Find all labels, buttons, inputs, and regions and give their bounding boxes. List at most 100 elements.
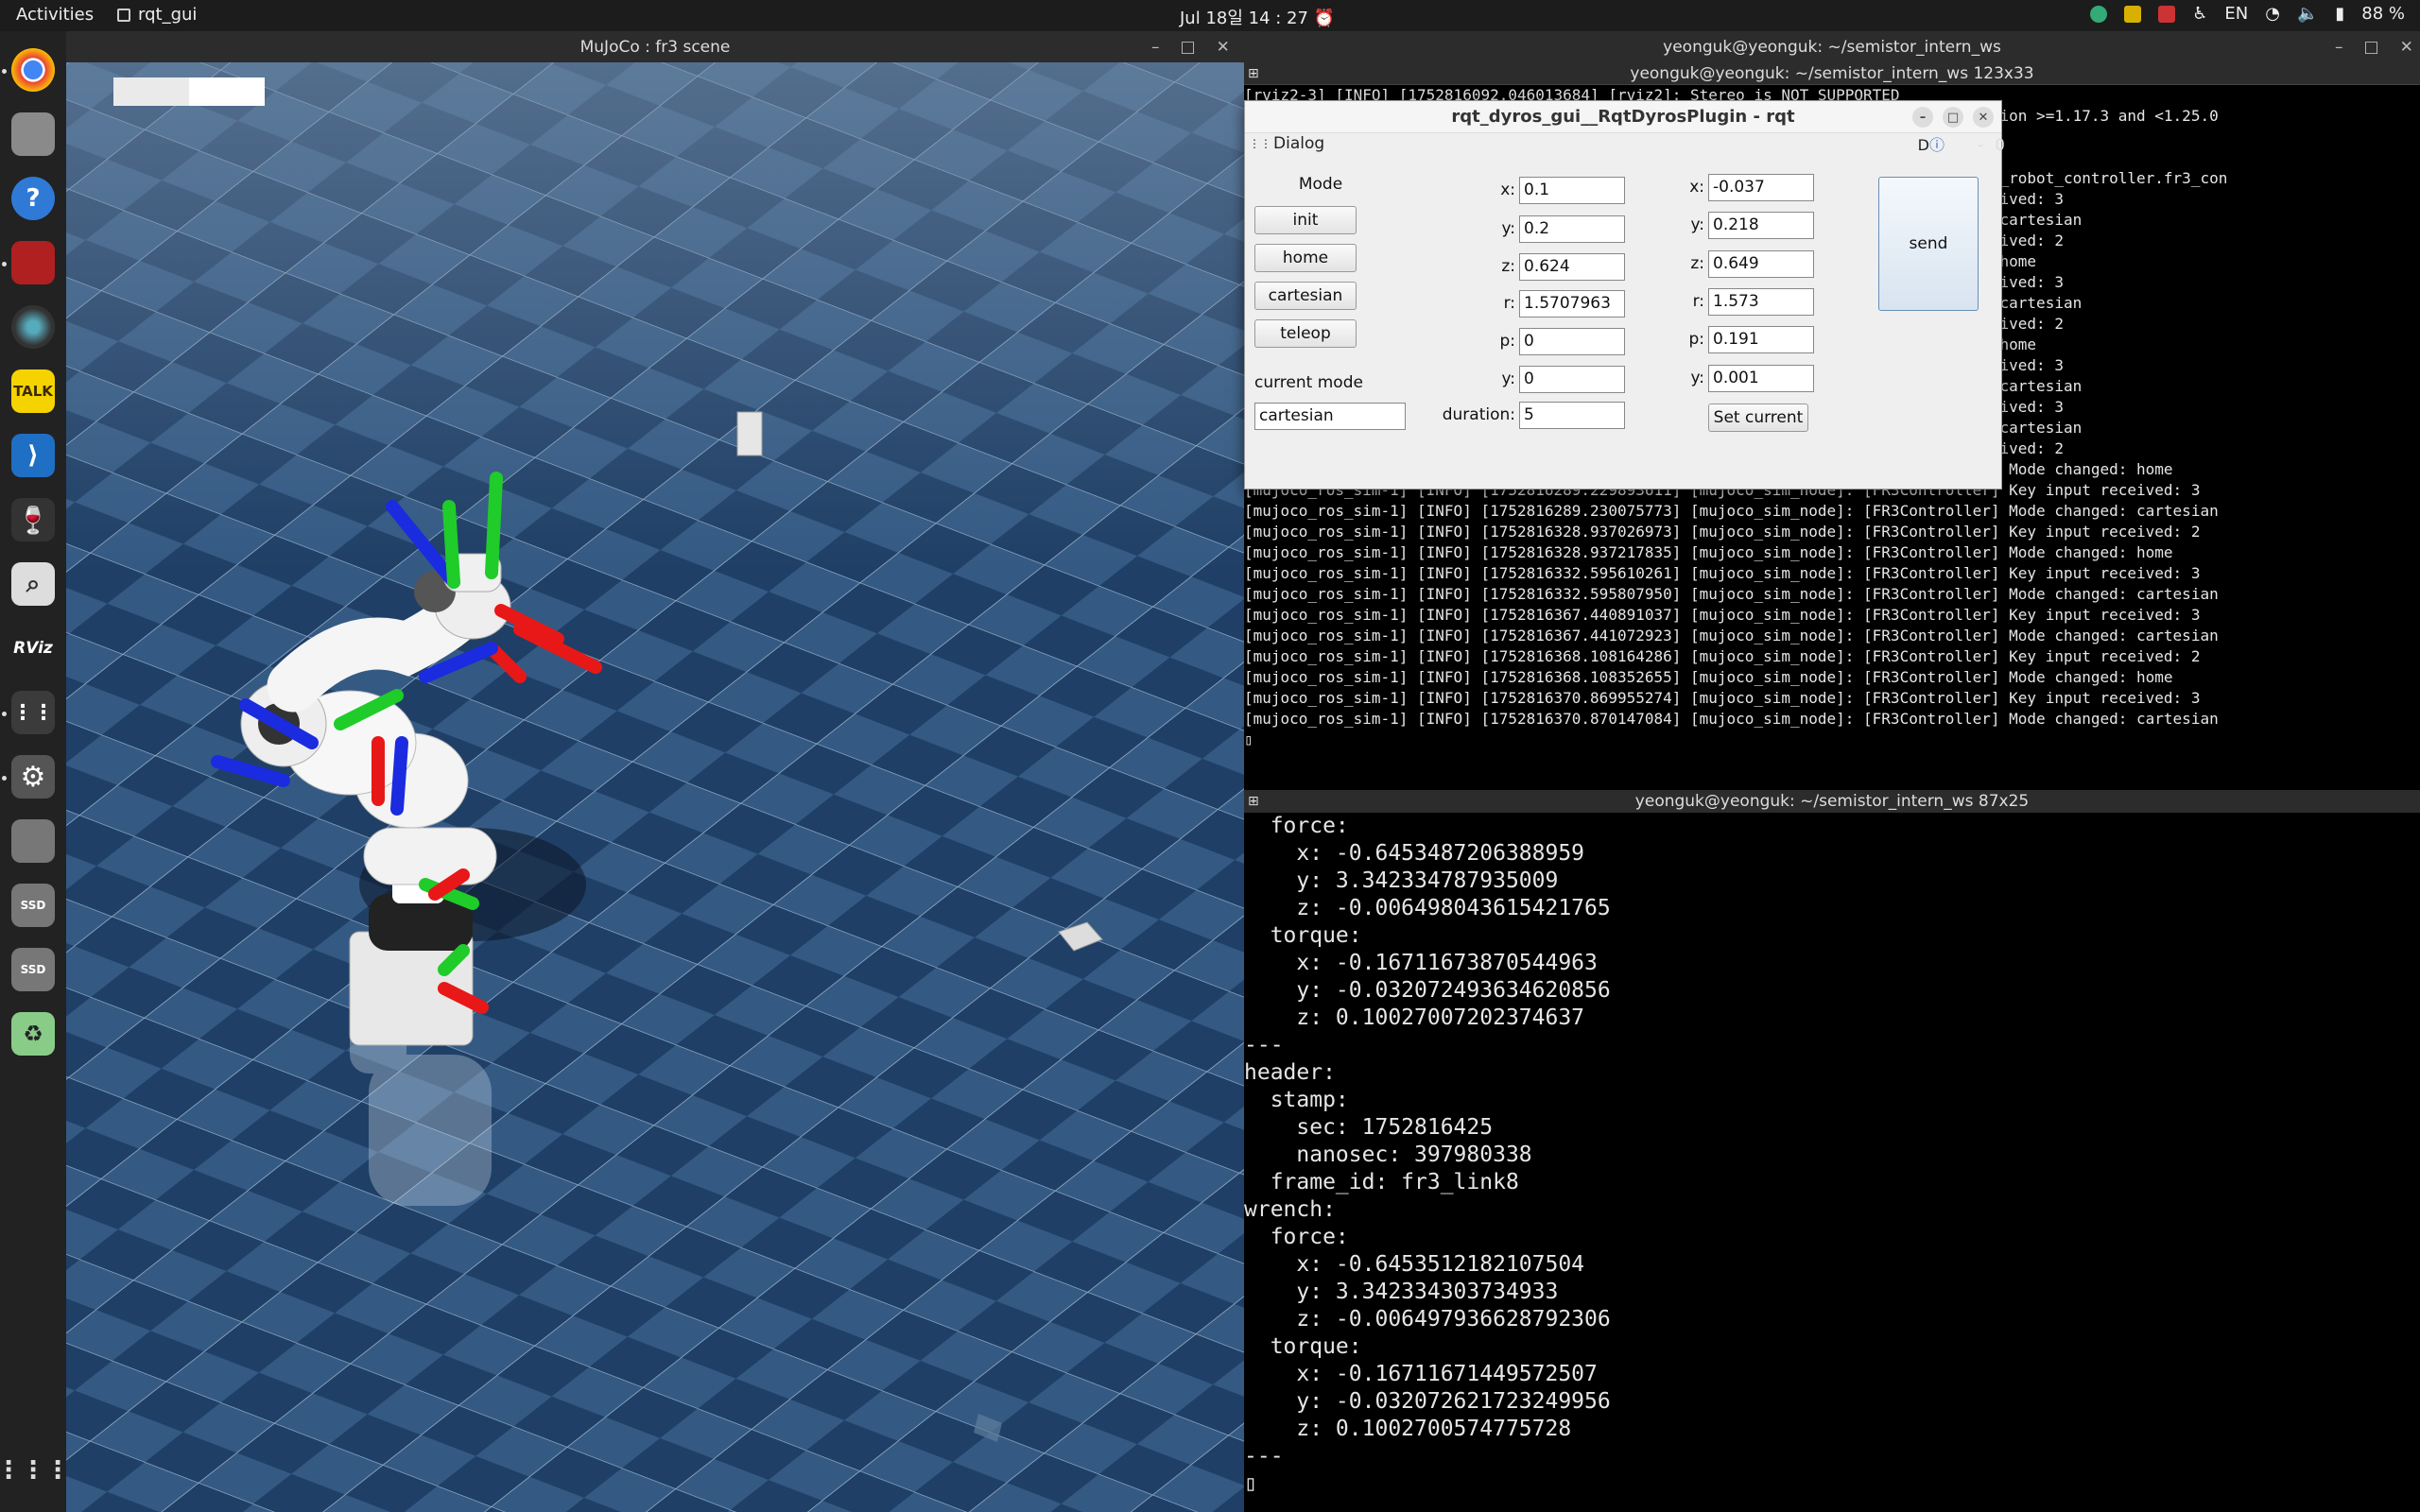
rqt-titlebar[interactable]: rqt_dyros_gui__RqtDyrosPlugin - rqt – □ … [1245,101,2001,133]
terminal2-line: nanosec: 397980338 [1244,1143,1532,1167]
current-yaw-field[interactable]: 0.001 [1708,365,1814,392]
target-x-label: x: [1500,180,1515,199]
files-icon[interactable] [11,112,55,156]
current-z-label: z: [1690,254,1704,273]
terminal-window-titlebar[interactable]: yeonguk@yeonguk: ~/semistor_intern_ws [1244,31,2420,62]
send-button[interactable]: send [1878,177,1979,311]
terminal2-line: sec: 1752816425 [1244,1115,1494,1140]
drive-icon[interactable] [11,819,55,863]
kakaotalk-icon[interactable]: TALK [11,369,55,413]
tray-green-icon [2090,5,2108,23]
mujoco-viewport[interactable] [66,62,1244,1512]
target-p-field[interactable]: 0 [1519,328,1625,355]
target-r-field[interactable]: 1.5707963 [1519,290,1625,318]
tray-red-icon [2158,5,2176,23]
target-x-field[interactable]: 0.1 [1519,177,1625,204]
terminal2-line: stamp: [1244,1088,1349,1112]
mujoco-window-controls: – □ ✕ [1151,31,1230,62]
duration-field[interactable]: 5 [1519,402,1625,429]
cartesian-button[interactable]: cartesian [1254,282,1357,310]
dialog-corner-label: D [1917,136,1929,154]
wifi-icon: ◔ [2265,4,2280,24]
terminal-maximize-icon[interactable]: □ [2364,38,2379,57]
current-p-label: p: [1688,330,1704,349]
dialog-label: Dialog [1273,134,1325,153]
system-tray[interactable]: ♿ EN ◔ 🔈 ▮ 88 % [2090,4,2405,24]
mujoco-titlebar[interactable]: MuJoCo : fr3 scene [66,31,1244,62]
settings-icon[interactable]: ⚙ [11,755,55,799]
current-x-field[interactable]: -0.037 [1708,174,1814,201]
target-r-label: r: [1503,294,1515,313]
help-icon[interactable]: ? [11,177,55,220]
terminal2-line: x: -0.6453487206388959 [1244,841,1585,866]
maximize-icon[interactable]: □ [1181,38,1196,57]
terminal-icon[interactable] [11,241,55,284]
rviz-icon[interactable]: RViz [11,627,55,670]
current-x-label: x: [1689,178,1704,197]
rqt-close-icon[interactable]: ✕ [1973,107,1994,128]
close-icon[interactable]: ✕ [1217,38,1230,57]
terminal1-line: [mujoco_ros_sim-1] [INFO] [1752816367.44… [1244,606,2201,624]
box-object [736,411,763,456]
terminal-window-title: yeonguk@yeonguk: ~/semistor_intern_ws [1663,37,2001,57]
trash-icon[interactable]: ♻ [11,1012,55,1056]
target-yaw-field[interactable]: 0 [1519,366,1625,393]
current-y-field[interactable]: 0.218 [1708,212,1814,239]
dock: ? TALK ⟩ 🍷 ⌕ RViz ⋮⋮ ⚙ SSD SSD ♻ ⋮⋮⋮ [0,31,70,1512]
terminal1-line: [mujoco_ros_sim-1] [INFO] [1752816328.93… [1244,523,2201,541]
current-p-field[interactable]: 0.191 [1708,326,1814,353]
init-button[interactable]: init [1254,206,1357,234]
terminal2-output[interactable]: force: x: -0.6453487206388959 y: 3.34233… [1244,813,2420,1512]
clock[interactable]: Jul 18일 14 : 27 ⏰ [1180,5,1335,29]
current-yaw-label: y: [1690,369,1704,387]
battery-icon: ▮ [2335,4,2345,24]
terminal-minimize-icon[interactable]: – [2335,38,2343,57]
app-name: rqt_gui [138,5,198,25]
webcam-icon[interactable] [11,305,55,349]
rqt-minimize-icon[interactable]: – [1912,107,1933,128]
vscode-icon[interactable]: ⟩ [11,434,55,477]
magnifier-icon[interactable]: ⌕ [11,562,55,606]
rqt-maximize-icon[interactable]: □ [1943,107,1963,128]
help-circle-icon[interactable]: ⓘ [1929,136,1945,154]
language-indicator[interactable]: EN [2224,4,2248,24]
terminal2-line: z: 0.10027007202374637 [1244,1005,1585,1030]
app-grid-small-icon [117,8,130,22]
terminal2-line: x: -0.6453512182107504 [1244,1252,1585,1277]
terminal2-line: force: [1244,1225,1349,1249]
terminal-close-icon[interactable]: ✕ [2400,38,2413,57]
current-r-field[interactable]: 1.573 [1708,288,1814,316]
terminal2-line: --- [1244,1444,1284,1469]
wine-icon[interactable]: 🍷 [11,498,55,541]
ssd-icon[interactable]: SSD [11,884,55,927]
minimize-icon[interactable]: – [1151,38,1160,57]
current-z-field[interactable]: 0.649 [1708,250,1814,278]
app-grid-icon[interactable]: ⋮⋮ [11,691,55,734]
current-mode-field[interactable]: cartesian [1254,403,1406,430]
show-apps-icon[interactable]: ⋮⋮⋮ [0,1449,70,1492]
chrome-icon[interactable] [11,48,55,92]
dialog-corner-controls[interactable]: Dⓘ [1918,132,1945,155]
clock-text: Jul 18일 14 : 27 [1180,9,1308,28]
terminal2-line: torque: [1244,923,1362,948]
app-menu[interactable]: rqt_gui [117,5,197,25]
terminal1-line: [mujoco_ros_sim-1] [INFO] [1752816332.59… [1244,585,2219,603]
home-button[interactable]: home [1254,244,1357,272]
teleop-button[interactable]: teleop [1254,319,1357,348]
target-z-field[interactable]: 0.624 [1519,253,1625,281]
terminal1-line: [mujoco_ros_sim-1] [INFO] [1752816368.10… [1244,668,2173,686]
terminal1-line: [mujoco_ros_sim-1] [INFO] [1752816367.44… [1244,627,2219,644]
terminal2-pane-title-text: yeonguk@yeonguk: ~/semistor_intern_ws 87… [1634,792,2030,811]
terminal1-line: [mujoco_ros_sim-1] [INFO] [1752816368.10… [1244,647,2201,665]
target-y-field[interactable]: 0.2 [1519,215,1625,243]
terminal1-line: ▯ [1244,730,1253,748]
terminal-peek-text: - O [1976,136,2005,155]
target-z-label: z: [1501,257,1515,276]
set-current-button[interactable]: Set current [1708,404,1808,432]
terminal2-pane-title[interactable]: ⊞ yeonguk@yeonguk: ~/semistor_intern_ws … [1244,790,2420,813]
ssd-icon-2[interactable]: SSD [11,948,55,991]
duration-label: duration: [1442,405,1515,424]
target-yaw-label: y: [1501,369,1515,388]
terminal1-pane-title[interactable]: ⊞ yeonguk@yeonguk: ~/semistor_intern_ws … [1244,62,2420,85]
activities-button[interactable]: Activities [16,5,94,25]
